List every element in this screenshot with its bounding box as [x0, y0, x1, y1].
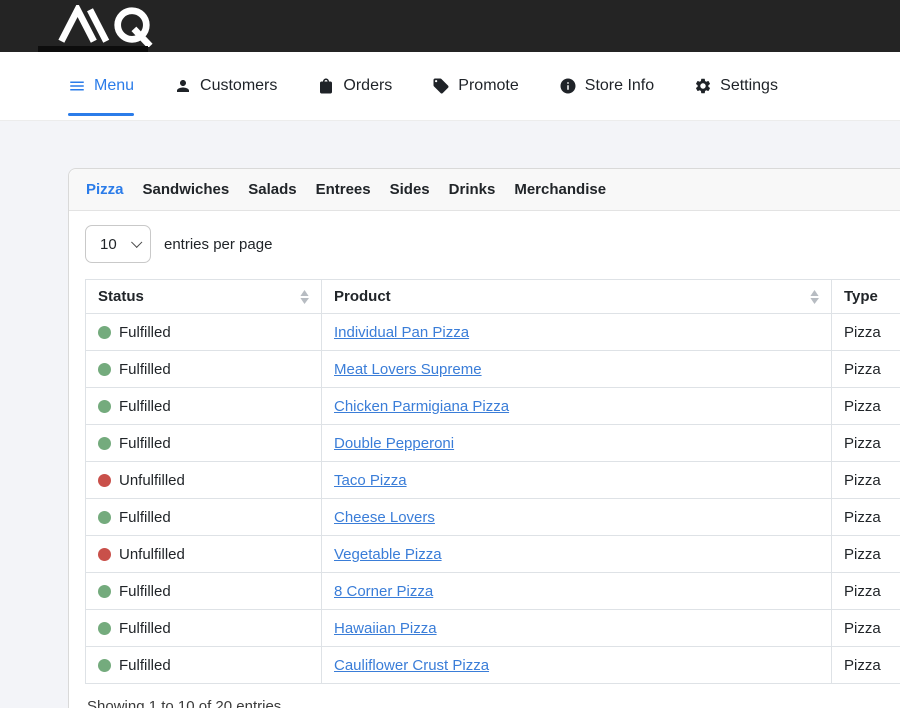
nav-item-promote[interactable]: Promote: [432, 52, 518, 120]
status-label: Fulfilled: [119, 657, 171, 674]
nav-item-orders[interactable]: Orders: [317, 52, 392, 120]
type-cell: Pizza: [832, 647, 900, 684]
status-dot-icon: [98, 474, 111, 487]
primary-nav: Menu Customers Orders Promote Store Info…: [0, 52, 900, 121]
table-row: Fulfilled Meat Lovers Supreme Pizza: [86, 351, 900, 388]
status-label: Fulfilled: [119, 324, 171, 341]
type-cell: Pizza: [832, 499, 900, 536]
nav-item-label: Promote: [458, 77, 518, 95]
page-size-select[interactable]: 10: [85, 225, 151, 263]
product-link[interactable]: Meat Lovers Supreme: [334, 361, 482, 378]
product-link[interactable]: Vegetable Pizza: [334, 546, 442, 563]
status-label: Fulfilled: [119, 398, 171, 415]
type-cell: Pizza: [832, 314, 900, 351]
nav-item-menu[interactable]: Menu: [68, 52, 134, 120]
status-label: Fulfilled: [119, 509, 171, 526]
table-row: Fulfilled Double Pepperoni Pizza: [86, 425, 900, 462]
tab-drinks[interactable]: Drinks: [449, 181, 496, 198]
table-header-row: Status Product Type: [86, 280, 900, 314]
column-header-product[interactable]: Product: [322, 280, 832, 314]
bag-icon: [317, 77, 335, 95]
status-dot-icon: [98, 400, 111, 413]
sort-icon: [300, 290, 309, 304]
status-label: Fulfilled: [119, 435, 171, 452]
product-link[interactable]: Cheese Lovers: [334, 509, 435, 526]
tag-icon: [432, 77, 450, 95]
person-icon: [174, 77, 192, 95]
aiq-logo-icon: [55, 5, 167, 47]
product-link[interactable]: Taco Pizza: [334, 472, 407, 489]
products-table: Status Product Type: [85, 279, 900, 684]
tab-merchandise[interactable]: Merchandise: [514, 181, 606, 198]
gear-icon: [694, 77, 712, 95]
page-content: Pizza Sandwiches Salads Entrees Sides Dr…: [0, 121, 900, 708]
table-row: Unfulfilled Vegetable Pizza Pizza: [86, 536, 900, 573]
tab-sandwiches[interactable]: Sandwiches: [143, 181, 230, 198]
table-row: Fulfilled Cheese Lovers Pizza: [86, 499, 900, 536]
type-cell: Pizza: [832, 388, 900, 425]
product-link[interactable]: Cauliflower Crust Pizza: [334, 657, 489, 674]
card-body: 10 entries per page Status Product: [69, 211, 900, 708]
nav-item-label: Orders: [343, 77, 392, 95]
page-size-select-wrap: 10: [85, 225, 151, 263]
type-cell: Pizza: [832, 573, 900, 610]
info-icon: [559, 77, 577, 95]
status-label: Fulfilled: [119, 620, 171, 637]
menu-card: Pizza Sandwiches Salads Entrees Sides Dr…: [68, 168, 900, 708]
entries-per-page-label: entries per page: [164, 236, 272, 253]
status-label: Fulfilled: [119, 361, 171, 378]
table-summary: Showing 1 to 10 of 20 entries: [85, 698, 900, 708]
nav-item-customers[interactable]: Customers: [174, 52, 277, 120]
status-label: Fulfilled: [119, 583, 171, 600]
status-dot-icon: [98, 363, 111, 376]
status-label: Unfulfilled: [119, 546, 185, 563]
tab-salads[interactable]: Salads: [248, 181, 296, 198]
table-row: Unfulfilled Taco Pizza Pizza: [86, 462, 900, 499]
table-row: Fulfilled 8 Corner Pizza Pizza: [86, 573, 900, 610]
table-body: Fulfilled Individual Pan Pizza Pizza Ful…: [86, 314, 900, 684]
status-dot-icon: [98, 622, 111, 635]
column-header-label: Type: [844, 288, 878, 305]
product-link[interactable]: Individual Pan Pizza: [334, 324, 469, 341]
type-cell: Pizza: [832, 425, 900, 462]
product-link[interactable]: Chicken Parmigiana Pizza: [334, 398, 509, 415]
category-tabs: Pizza Sandwiches Salads Entrees Sides Dr…: [69, 169, 900, 211]
tab-entrees[interactable]: Entrees: [316, 181, 371, 198]
type-cell: Pizza: [832, 610, 900, 647]
hamburger-icon: [68, 77, 86, 95]
product-link[interactable]: 8 Corner Pizza: [334, 583, 433, 600]
nav-item-settings[interactable]: Settings: [694, 52, 778, 120]
brand-logo: [55, 5, 167, 47]
table-row: Fulfilled Hawaiian Pizza Pizza: [86, 610, 900, 647]
nav-item-label: Customers: [200, 77, 277, 95]
status-label: Unfulfilled: [119, 472, 185, 489]
type-cell: Pizza: [832, 536, 900, 573]
column-header-label: Product: [334, 288, 391, 305]
type-cell: Pizza: [832, 462, 900, 499]
product-link[interactable]: Double Pepperoni: [334, 435, 454, 452]
app-header: [0, 0, 900, 52]
type-cell: Pizza: [832, 351, 900, 388]
product-link[interactable]: Hawaiian Pizza: [334, 620, 437, 637]
column-header-type[interactable]: Type: [832, 280, 900, 314]
status-dot-icon: [98, 659, 111, 672]
table-row: Fulfilled Chicken Parmigiana Pizza Pizza: [86, 388, 900, 425]
status-dot-icon: [98, 511, 111, 524]
status-dot-icon: [98, 548, 111, 561]
status-dot-icon: [98, 585, 111, 598]
status-dot-icon: [98, 326, 111, 339]
status-dot-icon: [98, 437, 111, 450]
column-header-label: Status: [98, 288, 144, 305]
table-row: Fulfilled Cauliflower Crust Pizza Pizza: [86, 647, 900, 684]
nav-item-label: Store Info: [585, 77, 654, 95]
nav-item-label: Menu: [94, 77, 134, 95]
table-row: Fulfilled Individual Pan Pizza Pizza: [86, 314, 900, 351]
page-size-row: 10 entries per page: [85, 225, 900, 263]
nav-item-store-info[interactable]: Store Info: [559, 52, 654, 120]
tab-sides[interactable]: Sides: [390, 181, 430, 198]
sort-icon: [810, 290, 819, 304]
nav-item-label: Settings: [720, 77, 778, 95]
tab-pizza[interactable]: Pizza: [86, 181, 124, 198]
column-header-status[interactable]: Status: [86, 280, 322, 314]
